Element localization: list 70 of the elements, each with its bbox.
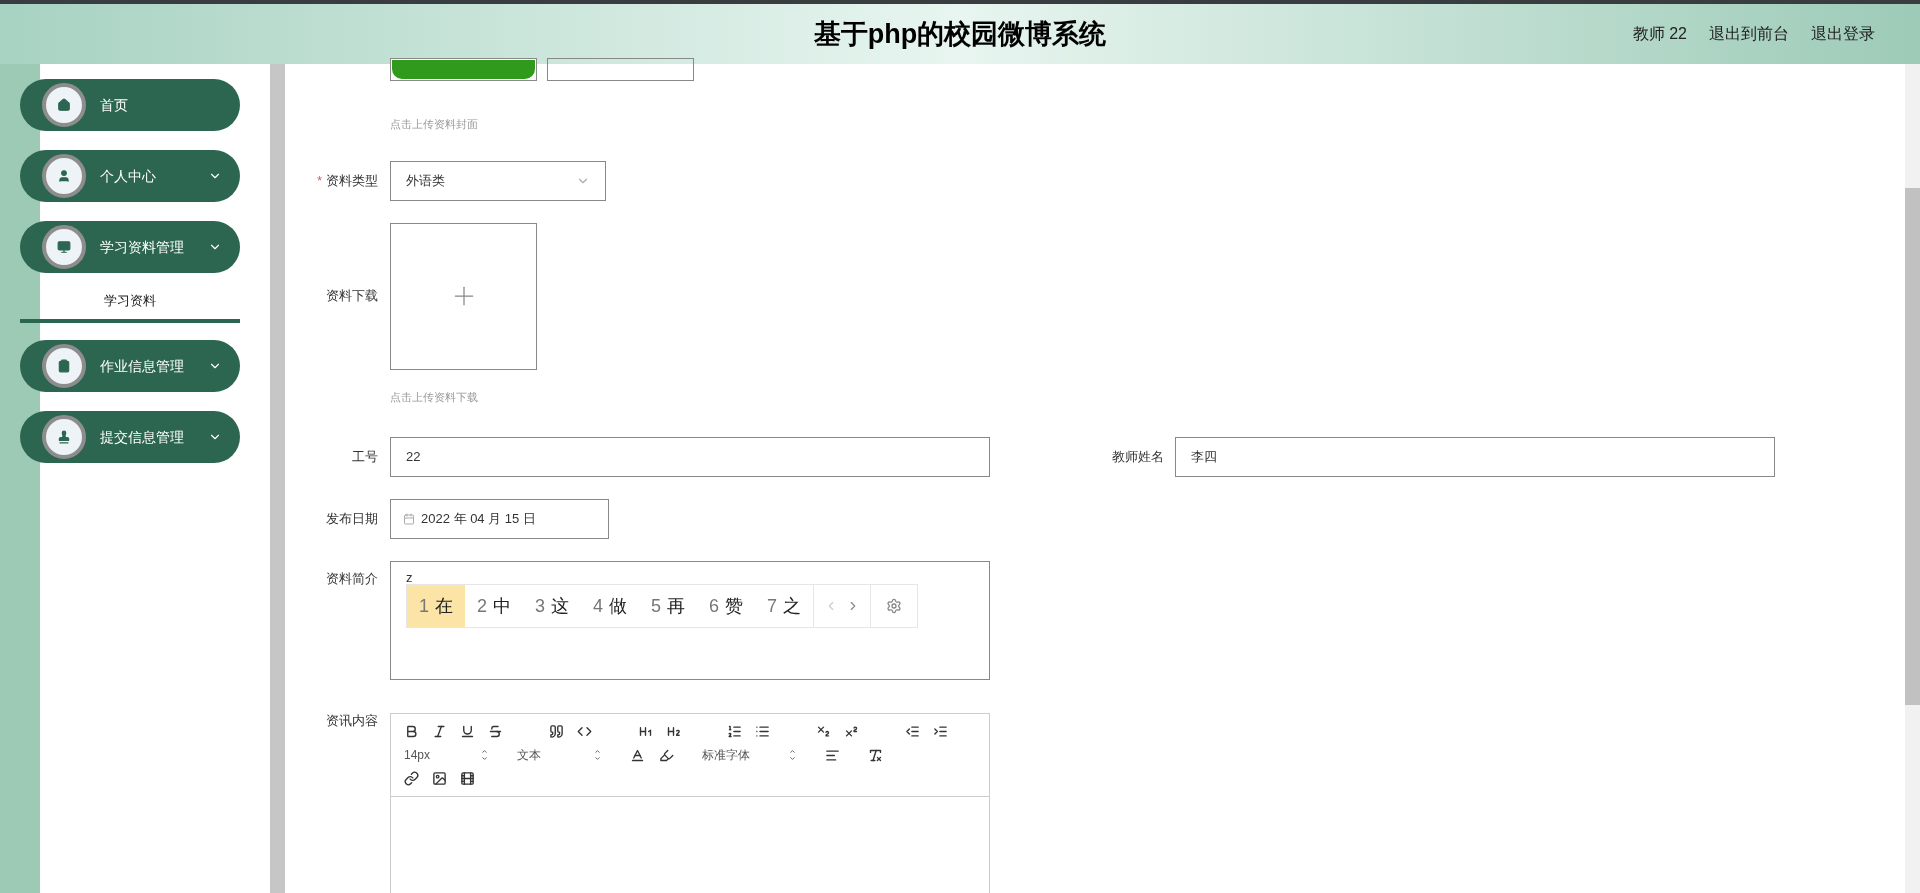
ime-candidate[interactable]: 3 这 [523,585,582,627]
subscript-icon[interactable] [816,724,831,739]
field-label: 资料简介 [326,570,378,588]
site-title: 基于php的校园微博系统 [813,17,1107,51]
required-mark: * [316,171,322,190]
image-icon[interactable] [432,771,447,786]
settings-icon[interactable] [886,598,903,614]
scrollbar-thumb[interactable] [1905,188,1920,705]
highlight-icon[interactable] [659,747,674,763]
menu-item[interactable]: 作业信息管理 [20,340,240,392]
bold-icon[interactable] [404,724,419,739]
menu-item[interactable]: 提交信息管理 [20,411,240,463]
ime-candidate[interactable]: 7 之 [755,585,814,627]
link-icon[interactable] [404,771,419,786]
date-field[interactable]: 2022 年 04 月 15 日 [390,499,609,539]
italic-icon[interactable] [432,724,447,739]
stepper-icon [788,748,797,762]
header-link[interactable]: 教师 22 [1632,22,1687,46]
menu-item[interactable]: 个人中心 [20,150,240,202]
header-link[interactable]: 退出到前台 [1709,22,1789,46]
submenu-item[interactable]: 学习资料 [20,283,240,323]
stepper-icon [593,748,602,762]
monitor-icon [57,240,71,254]
strikethrough-icon[interactable] [488,724,503,739]
input-field[interactable]: 李四 [1175,437,1775,477]
superscript-icon[interactable] [844,724,859,739]
field-label: 发布日期 [326,510,378,529]
quote-icon[interactable] [549,724,564,739]
ordered-list-icon[interactable] [727,724,742,739]
clipboard-icon [57,359,71,373]
field-label: 工号 [352,448,378,467]
header-link[interactable]: 退出登录 [1811,22,1875,46]
bullet-list-icon[interactable] [755,724,770,739]
ime-candidate[interactable]: 5 再 [639,585,698,627]
stamp-icon [57,430,71,444]
input-field[interactable] [547,58,694,81]
menu-item[interactable]: 首页 [20,79,240,131]
upload-hint: 点击上传资料封面 [390,117,479,132]
stepper-icon [480,748,489,762]
indent-icon[interactable] [933,724,948,739]
upload-hint: 点击上传资料下载 [390,389,479,405]
format-select[interactable]: 文本 [517,746,602,764]
underline-icon[interactable] [460,724,475,739]
heading-icon[interactable] [666,724,681,739]
ime-candidate[interactable]: 4 做 [581,585,640,627]
rich-text-editor[interactable]: 14px 文本 标准字体 [390,713,990,893]
font-size-select[interactable]: 14px [404,746,489,764]
clear-format-icon[interactable] [868,747,883,763]
upload-box[interactable] [390,222,537,370]
field-label: 资讯内容 [326,712,378,730]
font-select[interactable]: 标准字体 [702,746,797,764]
ime-candidate[interactable]: 6 赞 [697,585,756,627]
code-icon[interactable] [577,724,592,739]
video-icon[interactable] [460,771,475,786]
user-icon [57,169,71,183]
calendar-icon [403,513,415,525]
text-color-icon[interactable] [630,747,645,763]
ime-candidate[interactable]: 2 中 [465,585,524,627]
field-label: 教师姓名 [1112,448,1164,467]
ime-candidate[interactable]: 1 在 [407,585,465,627]
field-label: 资料下载 [326,287,378,306]
input-field[interactable]: 22 [390,437,990,477]
menu-item[interactable]: 学习资料管理 [20,221,240,273]
upload-button[interactable] [390,58,537,81]
home-icon [57,98,71,112]
outdent-icon[interactable] [905,724,920,739]
heading-icon[interactable] [638,724,653,739]
field-label: 资料类型 [326,171,378,190]
type-select[interactable]: 外语类 [390,160,606,201]
align-icon[interactable] [825,747,840,763]
